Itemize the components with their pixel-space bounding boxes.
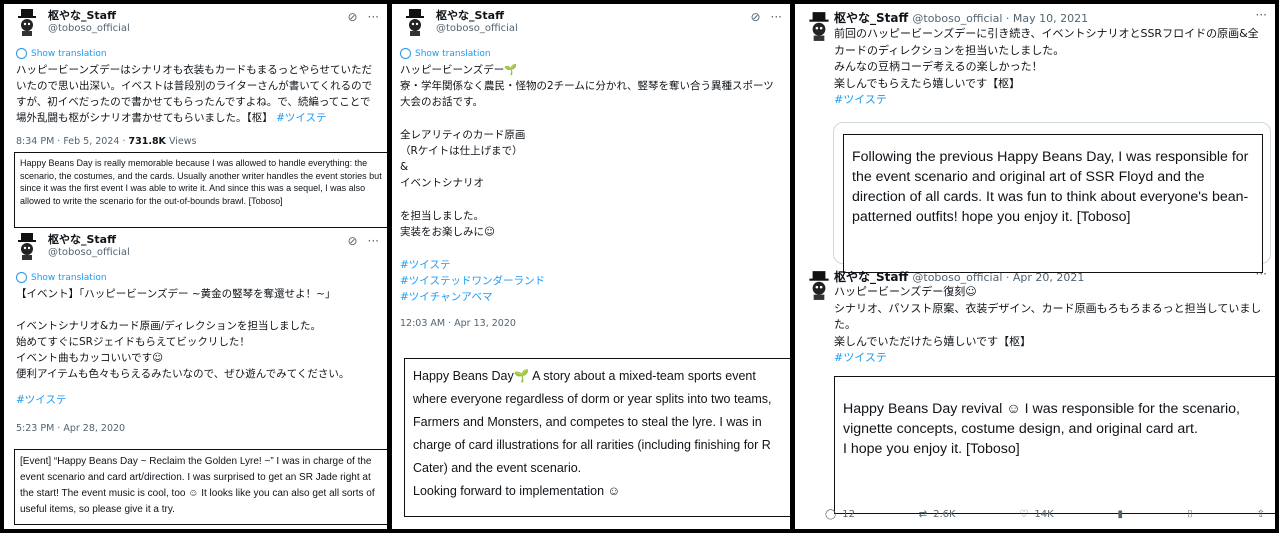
- share-button[interactable]: ⇧: [1257, 509, 1265, 520]
- translation-box: Happy Beans Day🌱 A story about a mixed-t…: [404, 358, 790, 517]
- translation-box: [Event] “Happy Beans Day ~ Reclaim the G…: [14, 449, 387, 525]
- hashtag-link[interactable]: #ツイステ: [276, 112, 326, 124]
- avatar[interactable]: [803, 10, 835, 42]
- tweet-left-1[interactable]: 枢やな_Staff @toboso_official ⊘ ··· Show tr…: [4, 4, 387, 228]
- reply-icon: ◯: [825, 509, 837, 520]
- globe-icon: [16, 48, 27, 59]
- views-icon: ▮: [1117, 509, 1123, 520]
- hashtag-link[interactable]: #ツイチャンアベマ: [400, 289, 780, 305]
- avatar[interactable]: [12, 7, 42, 37]
- tweet-text: 【イベント】「ハッピービーンズデー ~黄金の竪琴を奪還せよ！~」 イベントシナリ…: [16, 288, 350, 380]
- hashtag-link[interactable]: #ツイステ: [834, 92, 1265, 108]
- like-icon: ♡: [1019, 509, 1029, 520]
- translation-box: Happy Beans Day revival ☺ I was responsi…: [834, 376, 1275, 514]
- retweet-icon: ⇄: [918, 509, 928, 520]
- show-translation-link[interactable]: Show translation: [16, 48, 107, 59]
- show-translation-link[interactable]: Show translation: [400, 48, 491, 59]
- translation-box: Following the previous Happy Beans Day, …: [843, 134, 1263, 273]
- hashtag-link[interactable]: #ツイステ: [16, 392, 377, 408]
- author-handle[interactable]: @toboso_official: [48, 23, 130, 34]
- show-translation-link[interactable]: Show translation: [16, 272, 107, 283]
- globe-icon: [400, 48, 411, 59]
- author-name[interactable]: 枢やな_Staff: [436, 7, 504, 23]
- more-icon[interactable]: ···: [771, 10, 782, 24]
- more-icon[interactable]: ···: [368, 234, 379, 248]
- hashtag-link[interactable]: #ツイステッドワンダーランド: [400, 273, 780, 289]
- grok-icon[interactable]: ⊘: [750, 10, 760, 24]
- tweet-middle[interactable]: 枢やな_Staff @toboso_official ⊘ ··· Show tr…: [392, 4, 790, 517]
- tweet-actions: ◯ 12 ⇄ 2.6K ♡ 14K ▮ ⌷ ⇧: [825, 509, 1265, 520]
- share-icon: ⇧: [1256, 509, 1265, 520]
- bookmark-button[interactable]: ⌷: [1187, 509, 1193, 520]
- tweet-text: ハッピービーンズデー復刻☺ シナリオ、パソスト原案、衣装デザイン、カード原画もろ…: [834, 285, 1262, 348]
- like-button[interactable]: ♡ 14K: [1019, 509, 1053, 520]
- tweet-text: 前回のハッピービーンズデーに引き続き、イベントシナリオとSSRフロイドの原画&全…: [834, 27, 1259, 90]
- middle-panel: 枢やな_Staff @toboso_official ⊘ ··· Show tr…: [392, 4, 790, 529]
- right-panel: 枢やな_Staff @toboso_official · May 10, 202…: [795, 4, 1275, 529]
- reply-button[interactable]: ◯ 12: [825, 509, 855, 520]
- author-name[interactable]: 枢やな_Staff: [48, 231, 116, 247]
- grok-icon[interactable]: ⊘: [347, 10, 357, 24]
- more-icon[interactable]: ···: [1256, 267, 1267, 281]
- more-icon[interactable]: ···: [368, 10, 379, 24]
- hashtag-link[interactable]: #ツイステ: [834, 350, 1265, 366]
- avatar[interactable]: [12, 231, 42, 261]
- retweet-button[interactable]: ⇄ 2.6K: [919, 509, 956, 520]
- tweet-text: ハッピービーンズデー🌱 寮・学年関係なく農民・怪物の2チームに分かれ、竪琴を奪い…: [400, 64, 774, 239]
- author-line[interactable]: 枢やな_Staff @toboso_official · May 10, 202…: [834, 9, 1088, 26]
- avatar[interactable]: [400, 7, 430, 37]
- author-handle[interactable]: @toboso_official: [436, 23, 518, 34]
- tweet-timestamp[interactable]: 5:23 PM · Apr 28, 2020: [16, 423, 125, 434]
- translation-box: Happy Beans Day is really memorable beca…: [14, 152, 387, 228]
- author-name[interactable]: 枢やな_Staff: [48, 7, 116, 23]
- author-line[interactable]: 枢やな_Staff @toboso_official · Apr 20, 202…: [834, 268, 1084, 285]
- more-icon[interactable]: ···: [1256, 8, 1267, 22]
- tweet-meta: 8:34 PM · Feb 5, 2024 · 731.8K Views: [16, 136, 197, 147]
- author-handle[interactable]: @toboso_official: [48, 247, 130, 258]
- tweet-timestamp[interactable]: 12:03 AM · Apr 13, 2020: [400, 318, 516, 329]
- tweet-text: ハッピービーンズデーはシナリオも衣装もカードもまるっとやらせていただいたので思い…: [16, 64, 373, 124]
- tweet-left-2[interactable]: 枢やな_Staff @toboso_official ⊘ ··· Show tr…: [4, 228, 387, 525]
- globe-icon: [16, 272, 27, 283]
- left-panel: 枢やな_Staff @toboso_official ⊘ ··· Show tr…: [4, 4, 387, 529]
- hashtag-link[interactable]: #ツイステ: [400, 257, 780, 273]
- grok-icon[interactable]: ⊘: [347, 234, 357, 248]
- avatar[interactable]: [803, 269, 835, 301]
- bookmark-icon: ⌷: [1186, 509, 1193, 520]
- views-button[interactable]: ▮: [1117, 509, 1123, 520]
